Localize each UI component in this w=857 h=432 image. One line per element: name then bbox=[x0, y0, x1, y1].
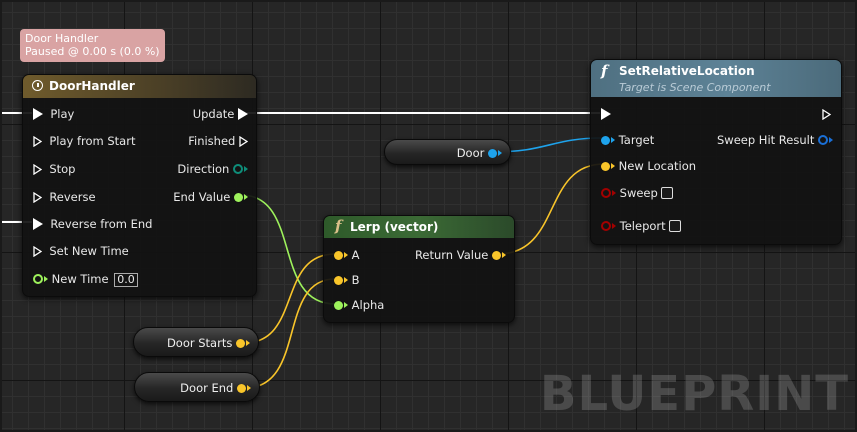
enum-pin-icon bbox=[233, 164, 243, 174]
vector-pin-icon bbox=[492, 251, 501, 260]
vector-pin-icon bbox=[334, 251, 343, 260]
exec-pin-empty-icon bbox=[33, 246, 42, 257]
pin-stop[interactable]: Stop bbox=[33, 162, 75, 176]
pin-return-value[interactable]: Return Value bbox=[415, 248, 506, 262]
variable-door-end[interactable]: Door End bbox=[134, 372, 260, 402]
timeline-node-title: DoorHandler bbox=[49, 79, 135, 93]
variable-door-end-label: Door End bbox=[180, 381, 234, 395]
pin-a[interactable]: A bbox=[334, 248, 360, 262]
lerp-node-title: Lerp (vector) bbox=[350, 220, 439, 234]
sweep-checkbox[interactable] bbox=[661, 187, 674, 199]
float-pin-icon bbox=[234, 193, 243, 202]
pin-exec-in[interactable] bbox=[601, 107, 611, 121]
pin-exec-out[interactable] bbox=[822, 107, 831, 121]
teleport-checkbox[interactable] bbox=[669, 220, 682, 232]
variable-door[interactable]: Door bbox=[384, 139, 511, 165]
set-relative-location-title: SetRelativeLocation bbox=[619, 64, 755, 78]
exec-pin-icon bbox=[238, 108, 248, 120]
blueprint-graph-canvas[interactable]: Door Handler Paused @ 0.00 s (0.0 %) Doo… bbox=[0, 0, 857, 432]
function-icon: f bbox=[601, 62, 608, 80]
pin-set-new-time[interactable]: Set New Time bbox=[33, 244, 129, 258]
timeline-node-header[interactable]: DoorHandler bbox=[23, 75, 256, 98]
exec-pin-empty-icon bbox=[239, 136, 248, 147]
pin-end-value[interactable]: End Value bbox=[173, 190, 248, 204]
exec-pin-empty-icon bbox=[33, 192, 42, 203]
bool-pin-icon bbox=[601, 221, 611, 231]
variable-door-starts-label: Door Starts bbox=[166, 336, 233, 350]
pin-b[interactable]: B bbox=[334, 273, 360, 287]
exec-pin-empty-icon bbox=[33, 136, 42, 147]
exec-pin-empty-icon bbox=[33, 164, 42, 175]
lerp-node-header[interactable]: f Lerp (vector) bbox=[324, 216, 514, 238]
float-pin-icon bbox=[334, 301, 343, 310]
set-relative-location-header[interactable]: f SetRelativeLocation Target is Scene Co… bbox=[591, 60, 841, 97]
debug-status: Paused @ 0.00 s (0.0 %) bbox=[25, 45, 160, 58]
clock-hand bbox=[37, 83, 39, 87]
exec-pin-icon bbox=[601, 108, 611, 120]
variable-door-label: Door bbox=[456, 146, 485, 160]
pin-target[interactable]: Target bbox=[601, 133, 654, 147]
pin-sweep-hit-result[interactable]: Sweep Hit Result bbox=[717, 133, 833, 147]
vector-pin-icon bbox=[334, 276, 343, 285]
exec-pin-empty-icon bbox=[822, 109, 831, 120]
pin-reverse-from-end[interactable]: Reverse from End bbox=[33, 217, 152, 231]
debug-title: Door Handler bbox=[25, 32, 99, 45]
timeline-node-doorhandler[interactable]: DoorHandler Play Play from Start Stop Re… bbox=[22, 74, 257, 297]
pin-finished[interactable]: Finished bbox=[188, 134, 248, 148]
pin-play-from-start[interactable]: Play from Start bbox=[33, 134, 135, 148]
variable-door-starts[interactable]: Door Starts bbox=[133, 327, 259, 357]
pin-alpha[interactable]: Alpha bbox=[334, 298, 384, 312]
vector-pin-icon bbox=[601, 162, 610, 171]
object-pin-icon bbox=[488, 149, 497, 158]
pin-play[interactable]: Play bbox=[33, 107, 74, 121]
function-icon: f bbox=[335, 217, 342, 235]
pin-sweep[interactable]: Sweep bbox=[601, 186, 674, 200]
float-pin-icon bbox=[33, 274, 43, 284]
pin-new-time[interactable]: New Time 0.0 bbox=[33, 272, 138, 287]
lerp-vector-node[interactable]: f Lerp (vector) A B Alpha Return Value bbox=[323, 215, 515, 323]
struct-pin-icon bbox=[818, 135, 828, 145]
vector-wire-doorstarts-to-a[interactable] bbox=[243, 253, 336, 344]
pin-update[interactable]: Update bbox=[193, 107, 248, 121]
set-relative-location-node[interactable]: f SetRelativeLocation Target is Scene Co… bbox=[590, 59, 842, 245]
new-time-input[interactable]: 0.0 bbox=[114, 273, 138, 287]
bool-pin-icon bbox=[601, 188, 611, 198]
exec-pin-icon bbox=[33, 218, 43, 230]
pin-new-location[interactable]: New Location bbox=[601, 159, 696, 173]
object-pin-icon bbox=[601, 136, 610, 145]
debug-info-box: Door Handler Paused @ 0.00 s (0.0 %) bbox=[20, 29, 165, 62]
blueprint-watermark: BLUEPRINT bbox=[539, 366, 849, 422]
vector-pin-icon bbox=[237, 384, 246, 393]
exec-pin-icon bbox=[33, 108, 43, 120]
pin-reverse[interactable]: Reverse bbox=[33, 190, 96, 204]
vector-pin-icon bbox=[236, 339, 245, 348]
set-relative-location-subtitle: Target is Scene Component bbox=[619, 81, 771, 94]
pin-teleport[interactable]: Teleport bbox=[601, 219, 682, 233]
pin-direction[interactable]: Direction bbox=[177, 162, 248, 176]
